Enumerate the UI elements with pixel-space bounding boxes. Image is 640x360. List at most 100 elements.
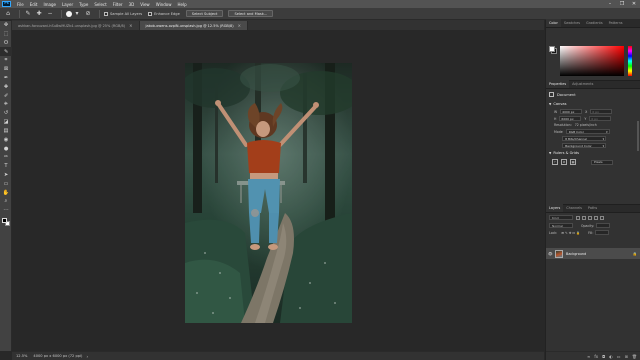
mask-icon[interactable]: ◘ [602, 354, 605, 359]
more-tools-icon[interactable]: ⋯ [0, 206, 12, 215]
adjustment-filter-icon[interactable] [582, 215, 586, 220]
fill-field[interactable] [595, 230, 610, 235]
quick-selection-icon[interactable]: ✎ [24, 10, 32, 18]
mode-select[interactable]: RGB Color ▾ [565, 129, 610, 134]
dodge-icon[interactable]: ● [0, 144, 12, 153]
healing-icon[interactable]: ✚ [0, 83, 12, 92]
photoshop-logo[interactable]: Ps [2, 1, 11, 7]
guides-icon[interactable]: ▦ [570, 159, 576, 165]
brush-icon[interactable]: ✐ [0, 91, 12, 100]
color-picker-field[interactable] [560, 46, 624, 76]
select-and-mask-button[interactable]: Select and Mask... [228, 10, 274, 17]
select-subject-button[interactable]: Select Subject [185, 10, 224, 17]
close-icon[interactable]: × [238, 23, 241, 28]
type-filter-icon[interactable] [588, 215, 592, 220]
checkbox-box[interactable] [104, 11, 108, 16]
menu-3d[interactable]: 3D [126, 2, 138, 7]
menu-view[interactable]: View [137, 2, 153, 7]
eyedropper-icon[interactable]: ✒ [0, 74, 12, 83]
close-button[interactable]: ✕ [628, 0, 640, 8]
rulers-section-header[interactable]: ▼ Rulers & Grids [546, 149, 640, 157]
hand-icon[interactable]: ✋ [0, 188, 12, 197]
crop-icon[interactable]: ⌗ [0, 56, 12, 65]
document-image[interactable] [185, 63, 352, 323]
lock-icons[interactable]: ⊞ ✎ ✥ ⊡ 🔒 [561, 231, 580, 235]
layer-name[interactable]: Background [566, 252, 633, 256]
tab-properties[interactable]: Properties [546, 80, 570, 88]
y-field[interactable]: 0 px [589, 116, 612, 121]
brush-size-preview[interactable] [66, 10, 72, 17]
tab-document-1[interactable]: ashkan-forouzani-hSu8wl9UZk4-unsplash.jp… [12, 21, 140, 30]
adjustment-icon[interactable]: ◐ [609, 354, 613, 359]
zoom-icon[interactable]: ⌕ [0, 197, 12, 206]
menu-image[interactable]: Image [40, 2, 59, 7]
foreground-color[interactable] [2, 217, 7, 223]
trash-icon[interactable]: 🗑 [632, 354, 637, 359]
frame-icon[interactable]: ⊠ [0, 65, 12, 74]
move-icon[interactable]: ✥ [0, 21, 12, 30]
chevron-right-icon[interactable]: › [86, 354, 88, 359]
width-field[interactable]: 4000 px [560, 109, 583, 114]
group-icon[interactable]: ▭ [617, 354, 621, 359]
rectangle-icon[interactable]: ▭ [0, 179, 12, 188]
lasso-icon[interactable]: ʘ [0, 39, 12, 48]
tab-swatches[interactable]: Swatches [561, 19, 583, 27]
quick-select-icon[interactable]: ✎ [0, 47, 12, 57]
type-icon[interactable]: T [0, 162, 12, 171]
layer-background[interactable]: 👁 Background 🔒 [546, 248, 640, 259]
shape-filter-icon[interactable] [594, 215, 598, 220]
canvas-area[interactable] [13, 30, 544, 351]
lock-icon[interactable]: 🔒 [633, 252, 637, 256]
menu-file[interactable]: File [14, 2, 27, 7]
chevron-down-icon[interactable]: ▼ [549, 151, 551, 155]
close-icon[interactable]: × [129, 23, 132, 28]
new-layer-icon[interactable]: ⊞ [625, 354, 628, 359]
resolution-value[interactable]: 72 pixels/inch [575, 123, 597, 127]
pen-icon[interactable]: ✑ [0, 153, 12, 162]
menu-filter[interactable]: Filter [110, 2, 126, 7]
maximize-button[interactable]: ❐ [616, 0, 628, 8]
tab-paths[interactable]: Paths [585, 204, 600, 212]
tab-patterns[interactable]: Patterns [606, 19, 626, 27]
menu-type[interactable]: Type [76, 2, 91, 7]
menu-layer[interactable]: Layer [59, 2, 76, 7]
opacity-field[interactable] [596, 223, 611, 228]
path-select-icon[interactable]: ➤ [0, 171, 12, 180]
height-field[interactable]: 6000 px [559, 116, 582, 121]
tab-layers[interactable]: Layers [546, 204, 564, 212]
tab-adjustments[interactable]: Adjustments [569, 80, 596, 88]
blend-mode-select[interactable]: Normal [549, 223, 573, 228]
eye-icon[interactable]: 👁 [548, 252, 553, 256]
units-select[interactable]: Pixels [591, 159, 613, 165]
menu-edit[interactable]: Edit [27, 2, 41, 7]
angle-icon[interactable]: ⊘ [84, 10, 92, 18]
stamp-icon[interactable]: ⎈ [0, 100, 12, 109]
tab-channels[interactable]: Channels [563, 204, 585, 212]
bit-depth-select[interactable]: 8 Bits/Channel ▾ [562, 136, 607, 141]
eraser-icon[interactable]: ◪ [0, 118, 12, 127]
chevron-down-icon[interactable]: ▾ [73, 10, 81, 18]
hue-slider[interactable] [628, 46, 632, 76]
minimize-button[interactable]: – [604, 0, 616, 8]
fill-select[interactable]: Background Color ▾ [562, 143, 607, 148]
blur-icon[interactable]: ◉ [0, 135, 12, 144]
menu-select[interactable]: Select [91, 2, 109, 7]
scrollbar[interactable] [637, 121, 639, 151]
menu-help[interactable]: Help [174, 2, 189, 7]
tab-document-2[interactable]: jakob-owens-ozpiN-unsplash.jpg @ 12.5% (… [139, 21, 248, 30]
canvas-section-header[interactable]: ▼ Canvas [546, 100, 640, 108]
layer-kind-select[interactable]: Kind [549, 215, 573, 220]
history-brush-icon[interactable]: ↺ [0, 109, 12, 118]
menu-window[interactable]: Window [153, 2, 175, 7]
house-icon[interactable]: ⌂ [4, 10, 12, 18]
marquee-icon[interactable]: ⬚ [0, 30, 12, 39]
add-selection-icon[interactable]: ✚ [35, 10, 43, 18]
sample-all-layers-checkbox[interactable]: Sample All Layers [104, 11, 142, 16]
x-field[interactable]: 0 px [590, 109, 613, 114]
ruler-icon[interactable]: ⌐ [552, 159, 558, 165]
zoom-level[interactable]: 12.5% [16, 354, 27, 358]
pixel-filter-icon[interactable] [576, 215, 580, 220]
checkbox-box[interactable] [148, 11, 153, 16]
document-info[interactable]: 4000 px x 6000 px (72 ppi) [33, 354, 82, 358]
chevron-down-icon[interactable]: ▼ [549, 102, 551, 106]
